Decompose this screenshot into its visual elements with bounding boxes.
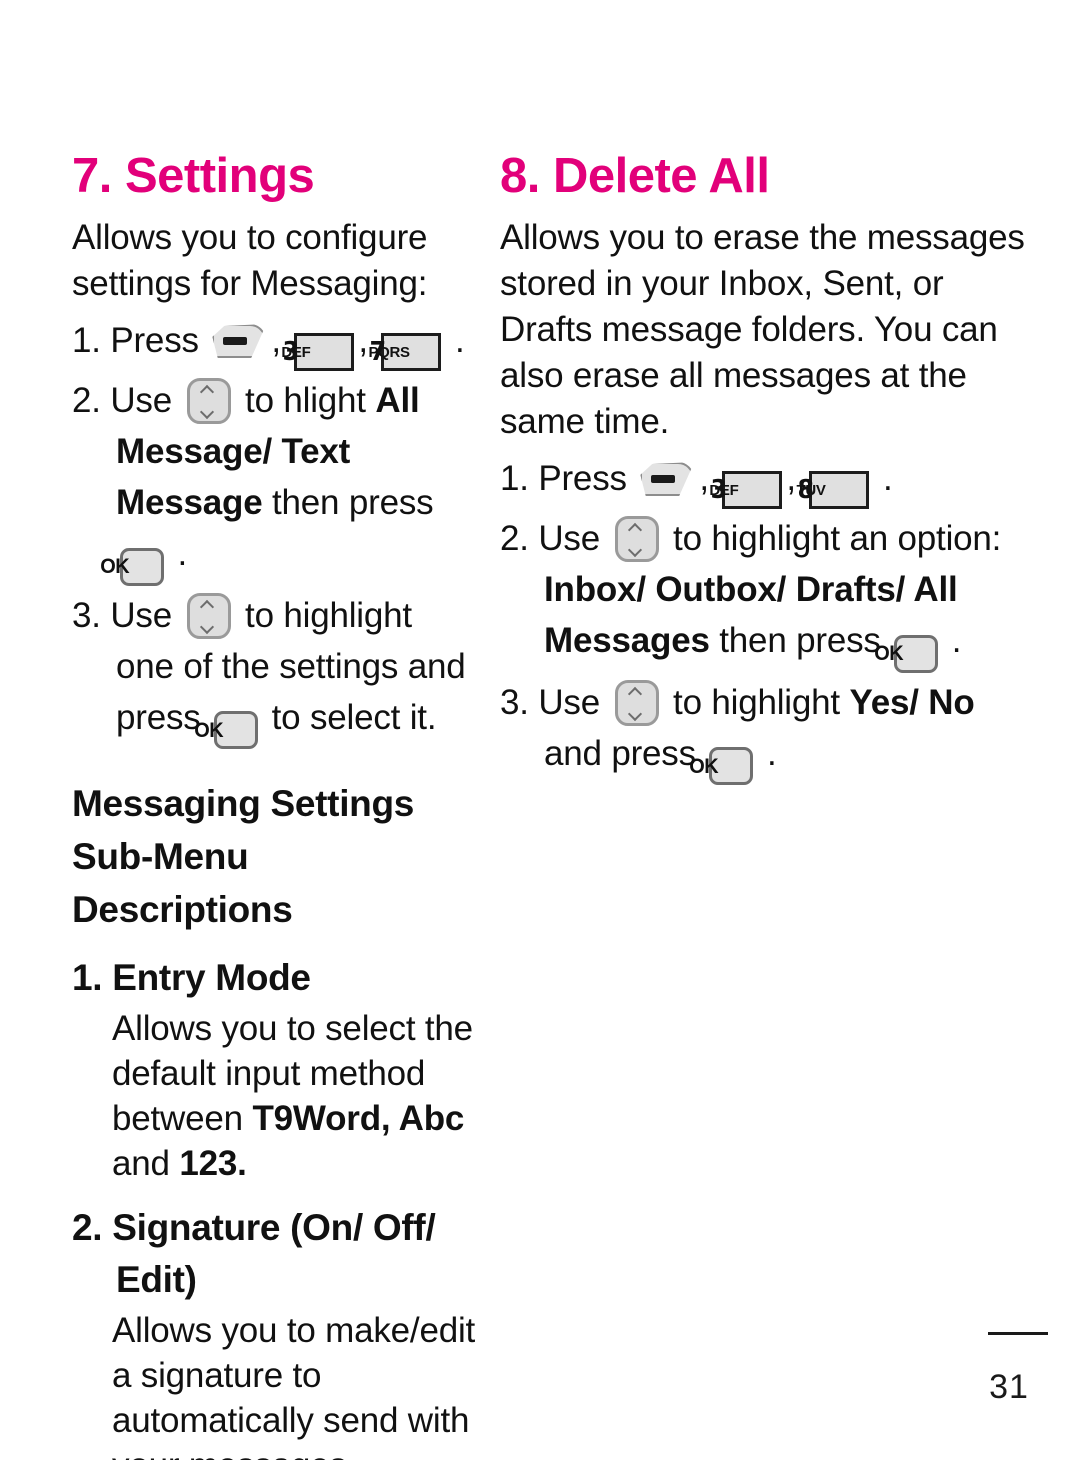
right-step-2: 2. Use to highlight an option: Inbox/ Ou… [500,513,1040,673]
footer-divider-rule [988,1332,1048,1335]
left-intro-paragraph: Allows you to configure settings for Mes… [72,218,428,303]
comma-separator: , [358,321,368,360]
ok-key-icon: OK [874,634,939,673]
entry-mode-bold-b: 123. [179,1144,247,1183]
nav-updown-key-icon [614,679,659,726]
left-step-3: 3. Use to highlight one of the settings … [72,590,476,749]
entry-mode-text-b: and [112,1144,170,1183]
clear-key-icon [212,324,267,358]
right-step-3-number: 3. [500,682,529,722]
ok-key-icon: OK [194,711,259,749]
item-body-entry-mode: Allows you to select the default input m… [72,1006,476,1186]
nav-updown-key-icon [614,516,659,562]
right-step-3-bold-a: Yes/ No [849,682,975,722]
right-step-2-number: 2. [500,519,529,558]
right-section-heading: 8. Delete All [500,149,770,203]
left-step-1-number: 1. [72,321,101,360]
right-step-2-text-c: then press [719,621,881,660]
right-column-body: Allows you to erase the messages stored … [500,215,1040,785]
right-step-1: 1. Press , 3 DEF , 8 TUV . [500,453,1040,509]
7-pqrs-key-icon: 7 PQRS [368,333,442,371]
two-column-layout: 7. Settings Allows you to configure sett… [0,152,1080,1460]
left-step-2-number: 2. [72,381,101,420]
right-step-2-text-a: Use [538,519,600,558]
left-step-2: 2. Use to hlight All Message/ Text Messa… [72,375,476,586]
3-def-key-icon: 3 DEF [281,333,355,371]
nav-updown-key-icon [186,378,231,424]
left-step-1-text-a: Press [110,321,199,360]
right-step-1-text-b: . [882,459,893,498]
comma-separator: , [271,321,281,360]
clear-key-icon [640,462,695,496]
right-step-3-text-b: to highlight [673,682,840,722]
nav-updown-key-icon [186,592,231,639]
right-step-3-text-d: . [766,733,777,773]
left-step-2-text-a: Use [110,381,172,420]
left-step-2-text-c: then press [272,483,434,522]
left-step-3-text-c: to select it. [271,697,437,737]
item-heading-entry-mode: 1. Entry Mode [72,957,311,998]
manual-page: 7. Settings Allows you to configure sett… [0,0,1080,1460]
ok-key-icon: OK [690,747,754,785]
right-step-3: 3. Use to highlight Yes/ No and press OK… [500,677,1040,785]
right-step-2-text-d: . [951,621,962,660]
left-step-2-text-d: . [177,534,188,573]
left-step-3-text-a: Use [110,595,172,635]
submenu-descriptions-subheading: Messaging Settings Sub-Menu Descriptions [72,783,415,930]
comma-separator: , [786,459,796,498]
right-step-1-text-a: Press [538,459,627,498]
left-step-1: 1. Press , 3 DEF , 7 PQRS . [72,315,476,371]
entry-mode-bold-a: T9Word, Abc [252,1099,465,1138]
left-step-2-text-b: to hlight [245,381,366,420]
ok-key-icon: OK [100,547,164,586]
right-step-1-number: 1. [500,459,529,498]
item-heading-signature: 2. Signature (On/ Off/ Edit) [72,1207,436,1300]
right-step-3-text-a: Use [538,682,600,722]
page-number: 31 [989,1368,1029,1406]
right-step-2-text-b: to highlight an option: [673,519,1002,558]
right-step-3-text-c: and press [544,733,696,773]
8-tuv-key-icon: 8 TUV [796,471,870,509]
left-section-heading: 7. Settings [72,149,315,203]
left-column-body: Allows you to configure settings for Mes… [72,215,476,1460]
left-column: 7. Settings Allows you to configure sett… [0,152,490,1460]
left-step-1-text-b: . [454,321,465,360]
comma-separator: , [699,459,709,498]
item-body-signature: Allows you to make/edit a signature to a… [112,1311,476,1460]
3-def-key-icon: 3 DEF [709,471,783,509]
right-intro-paragraph: Allows you to erase the messages stored … [500,218,1025,441]
left-step-3-number: 3. [72,595,101,635]
right-column: 8. Delete All Allows you to erase the me… [490,152,1080,1460]
